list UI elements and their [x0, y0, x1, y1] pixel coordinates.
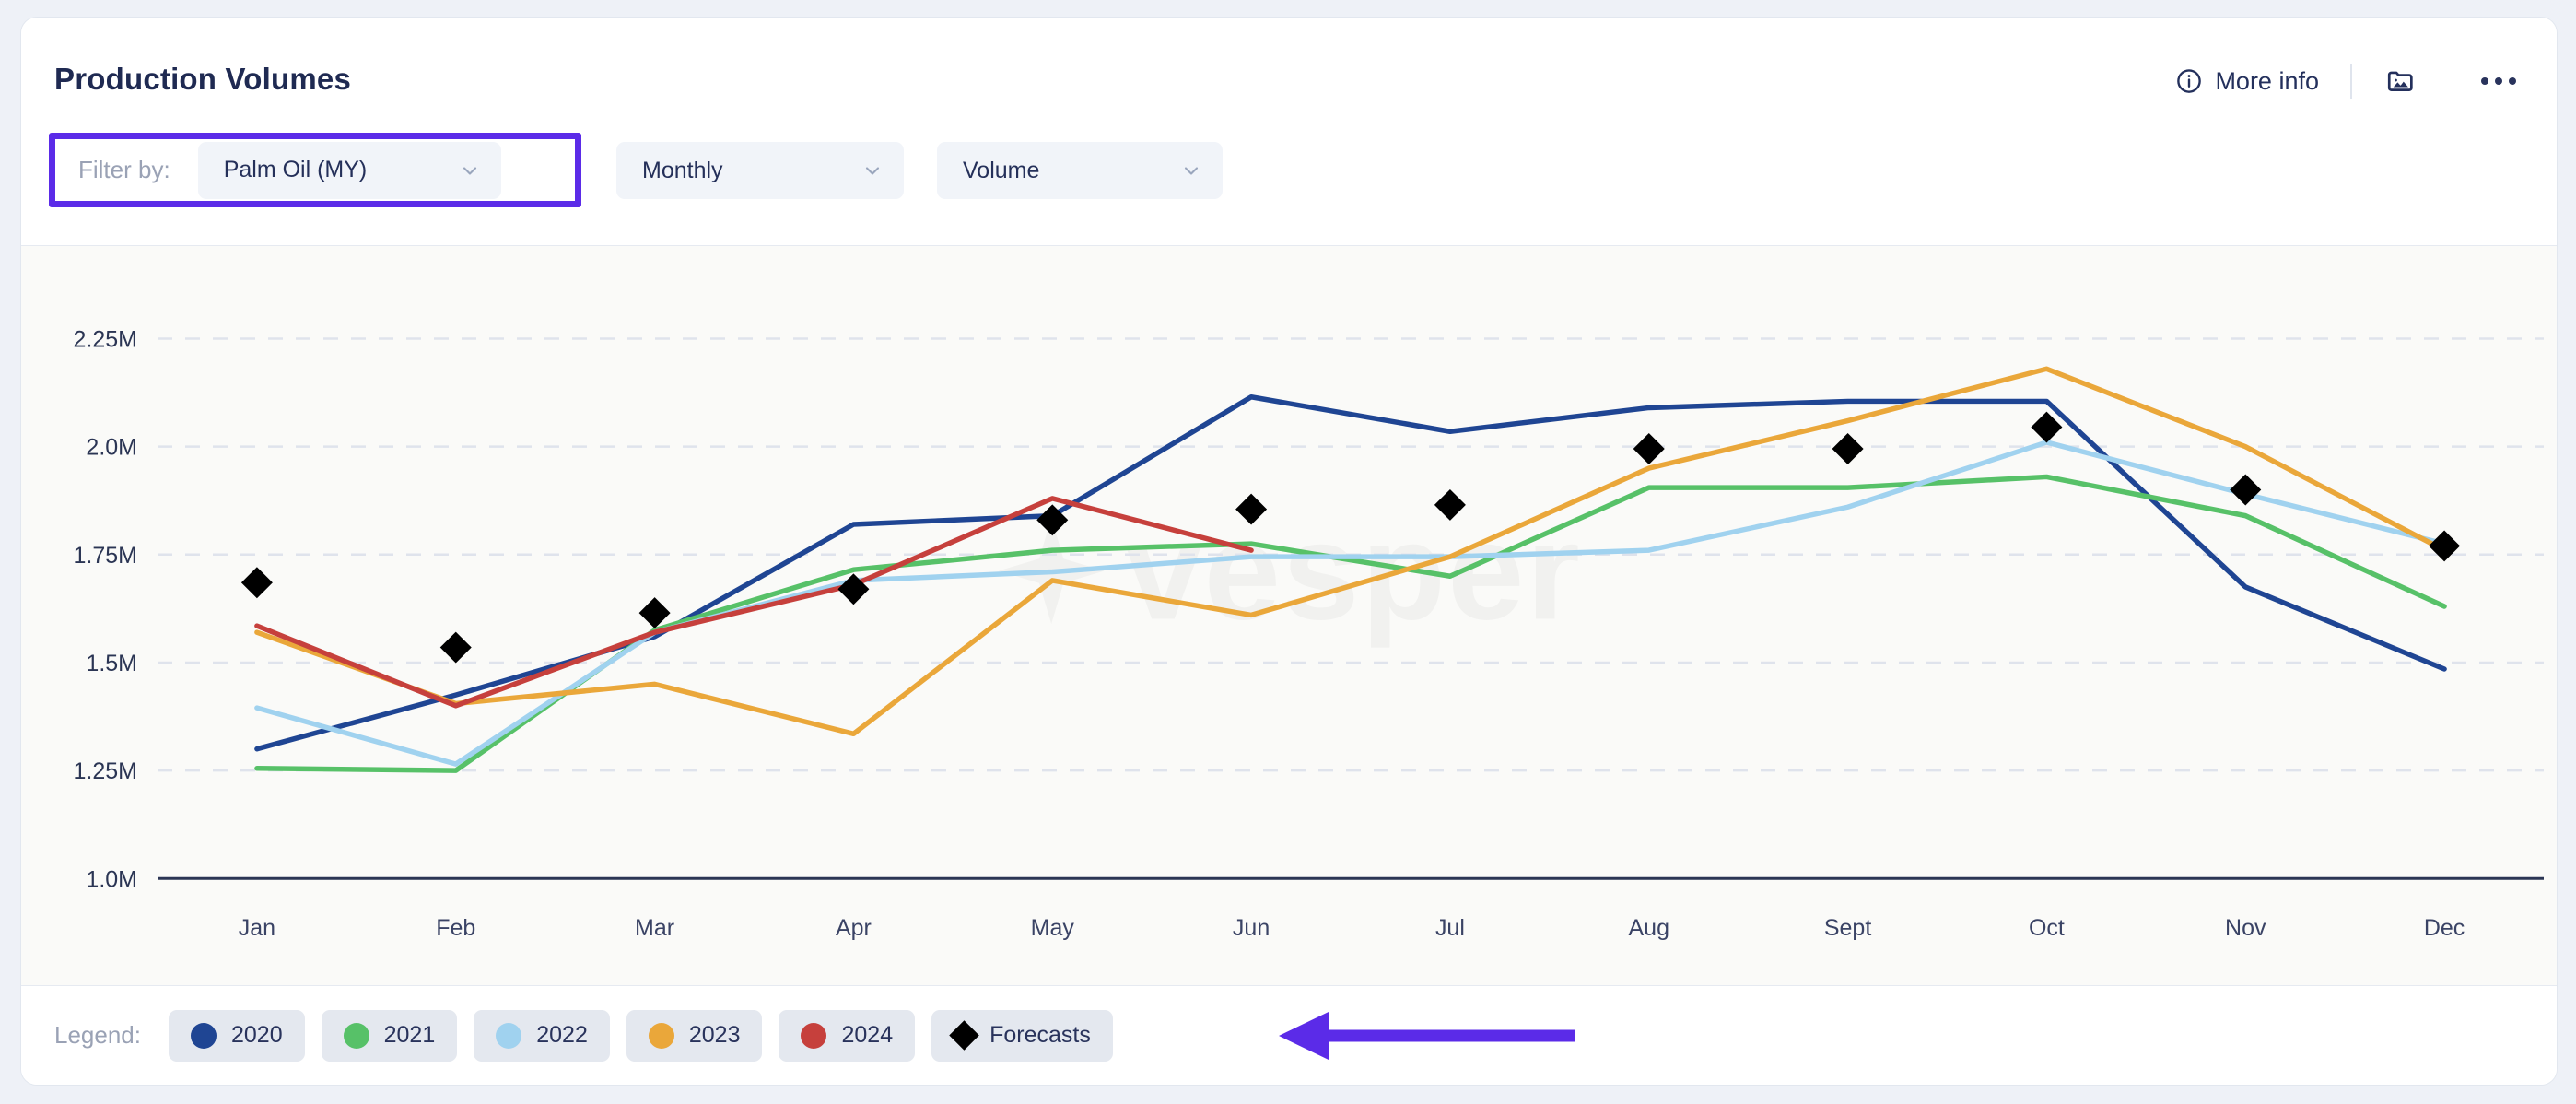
legend-item-label: 2023 [688, 1022, 741, 1048]
ellipsis-icon[interactable] [2476, 72, 2522, 90]
legend-item-label: 2022 [536, 1022, 588, 1048]
series-line-2020 [254, 394, 2447, 752]
legend: Legend: 2020 2021 2022 2023 2024 Forecasts [21, 985, 2557, 1085]
legend-item-label: 2024 [841, 1022, 894, 1048]
legend-item-2021[interactable]: 2021 [321, 1009, 458, 1062]
legend-item-2022[interactable]: 2022 [474, 1009, 610, 1062]
card-header: Production Volumes More info Filter by: … [21, 18, 2557, 246]
color-swatch-icon [190, 1022, 217, 1049]
diamond-marker-icon [949, 1020, 979, 1051]
y-axis-tick-label: 2.0M [86, 435, 137, 461]
x-axis-tick-label: Jun [1233, 915, 1270, 941]
forecast-diamond-marker [638, 597, 671, 629]
x-axis-tick-label: Aug [1629, 915, 1669, 941]
color-swatch-icon [343, 1022, 369, 1049]
image-folder-icon[interactable] [2385, 65, 2417, 97]
page-title: Production Volumes [54, 62, 352, 96]
forecast-diamond-marker [1235, 493, 1268, 525]
series-line-2021 [254, 474, 2447, 773]
forecast-diamond-marker [1434, 488, 1466, 521]
y-axis-tick-label: 2.25M [74, 326, 137, 352]
legend-item-forecasts[interactable]: Forecasts [931, 1009, 1113, 1062]
x-axis-tick-label: Mar [635, 915, 674, 941]
chevron-down-icon [1167, 159, 1202, 182]
x-axis-tick-label: Apr [836, 915, 872, 941]
legend-item-label: 2020 [230, 1022, 283, 1048]
forecast-diamond-marker [1633, 433, 1665, 464]
forecast-diamond-marker [439, 631, 472, 664]
forecast-diamond-marker [1832, 433, 1864, 464]
metric-select-value: Volume [963, 157, 1040, 183]
color-swatch-icon [648, 1022, 674, 1049]
y-axis-tick-label: 1.25M [74, 758, 137, 784]
legend-item-2023[interactable]: 2023 [626, 1009, 763, 1062]
frequency-select[interactable]: Monthly [616, 142, 904, 199]
x-axis-tick-label: Feb [436, 915, 475, 941]
x-axis-tick-label: Jan [239, 915, 275, 941]
x-axis-tick-label: Nov [2225, 915, 2266, 941]
line-chart-svg: 2.25M 2.0M 1.75M 1.5M 1.25M 1.0M Jan Feb Mar Apr M… [74, 326, 2544, 941]
metric-select[interactable]: Volume [937, 142, 1223, 199]
filter-highlight-box [49, 133, 581, 207]
x-axis-tick-label: May [1031, 915, 1075, 941]
chevron-down-icon [849, 159, 884, 182]
legend-item-2024[interactable]: 2024 [779, 1009, 916, 1062]
legend-label: Legend: [54, 1021, 141, 1049]
header-actions: More info [2175, 64, 2522, 99]
chart-area: vesper 2.25M2.0M1.75M1.5M1.25M1.0MJanFeb… [21, 246, 2557, 985]
forecast-diamond-marker [2230, 474, 2262, 506]
frequency-select-value: Monthly [642, 157, 723, 183]
color-swatch-icon [801, 1022, 827, 1049]
y-axis-tick-label: 1.0M [86, 866, 137, 892]
legend-item-label: Forecasts [989, 1022, 1091, 1048]
y-axis-tick-label: 1.5M [86, 651, 137, 676]
header-divider [2350, 64, 2352, 99]
x-axis-tick-label: Jul [1435, 915, 1465, 941]
legend-item-2020[interactable]: 2020 [168, 1009, 305, 1062]
x-axis-tick-label: Dec [2424, 915, 2465, 941]
production-volumes-card: Production Volumes More info Filter by: … [20, 17, 2558, 1086]
more-info-label: More info [2215, 66, 2319, 95]
forecast-diamond-marker [2031, 411, 2063, 443]
x-axis-tick-label: Oct [2029, 915, 2065, 941]
more-info-button[interactable]: More info [2175, 67, 2350, 96]
x-axis-tick-label: Sept [1824, 915, 1871, 941]
color-swatch-icon [496, 1022, 522, 1049]
info-circle-icon [2175, 67, 2203, 95]
forecast-diamond-marker [2429, 530, 2461, 562]
legend-item-label: 2021 [383, 1022, 436, 1048]
forecast-diamond-marker [240, 567, 273, 599]
y-axis-tick-label: 1.75M [74, 543, 137, 569]
